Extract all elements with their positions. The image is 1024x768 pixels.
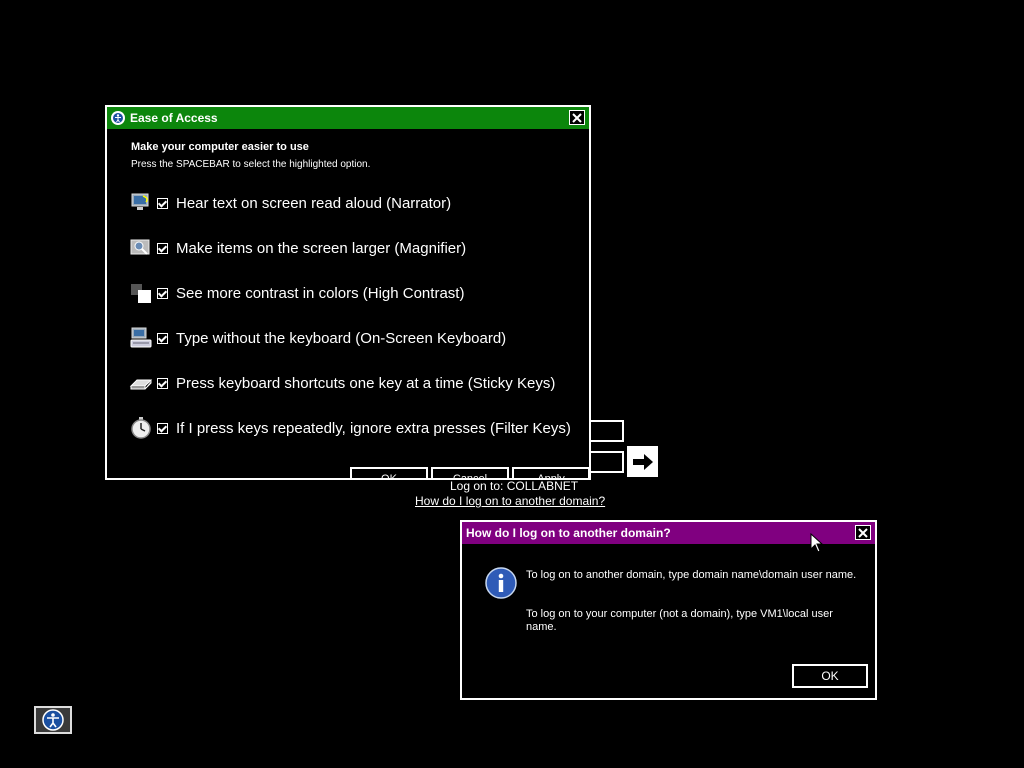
dialog-message-domain: To log on to another domain, type domain… [526, 569, 857, 581]
option-filter-keys[interactable]: If I press keys repeatedly, ignore extra… [129, 416, 571, 440]
close-button[interactable] [569, 110, 585, 125]
on-screen-keyboard-checkbox[interactable] [157, 332, 168, 344]
page-heading: Make your computer easier to use [131, 141, 309, 153]
option-label: Hear text on screen read aloud (Narrator… [176, 194, 452, 212]
dialog-close-button[interactable] [855, 525, 871, 540]
close-icon [572, 112, 582, 123]
option-on-screen-keyboard[interactable]: Type without the keyboard (On-Screen Key… [129, 326, 506, 350]
option-narrator[interactable]: Hear text on screen read aloud (Narrator… [129, 191, 451, 215]
stopwatch-icon [129, 417, 153, 439]
option-label: Press keyboard shortcuts one key at a ti… [176, 374, 556, 392]
filter-keys-checkbox[interactable] [157, 422, 168, 434]
narrator-icon [129, 192, 153, 214]
info-icon [485, 567, 517, 599]
username-field[interactable] [588, 420, 624, 442]
ease-of-access-icon [42, 709, 64, 731]
ok-button[interactable]: OK [350, 467, 428, 478]
mouse-cursor-icon [810, 532, 824, 553]
high-contrast-icon [129, 282, 153, 304]
dialog-title: How do I log on to another domain? [466, 526, 671, 540]
option-magnifier[interactable]: Make items on the screen larger (Magnifi… [129, 236, 466, 260]
option-label: Type without the keyboard (On-Screen Key… [176, 329, 507, 347]
submit-arrow-button[interactable] [627, 446, 658, 477]
ease-of-access-icon [111, 111, 125, 125]
sticky-keys-icon [129, 372, 153, 394]
window-title: Ease of Access [130, 111, 218, 125]
password-field[interactable] [588, 451, 624, 473]
magnifier-checkbox[interactable] [157, 242, 168, 254]
option-label: See more contrast in colors (High Contra… [176, 284, 465, 302]
logon-domain-label: Log on to: COLLABNET [450, 479, 579, 493]
close-icon [858, 527, 868, 538]
apply-button[interactable]: Apply [512, 467, 589, 478]
arrow-right-icon [632, 453, 653, 470]
ease-of-access-button[interactable] [34, 706, 72, 734]
sticky-keys-checkbox[interactable] [157, 377, 168, 389]
instruction-text: Press the SPACEBAR to select the highlig… [131, 159, 371, 170]
dialog-message-local: To log on to your computer (not a domain… [526, 608, 833, 633]
dialog-ok-button[interactable]: OK [792, 664, 868, 688]
other-domain-link[interactable]: How do I log on to another domain? [415, 494, 605, 508]
magnifier-icon [129, 237, 153, 259]
high-contrast-checkbox[interactable] [157, 287, 168, 299]
option-high-contrast[interactable]: See more contrast in colors (High Contra… [129, 281, 464, 305]
ease-of-access-window: Ease of Access Make your computer easier… [105, 105, 591, 480]
ease-of-access-titlebar: Ease of Access [107, 107, 589, 129]
option-label: Make items on the screen larger (Magnifi… [176, 239, 467, 257]
narrator-checkbox[interactable] [157, 197, 168, 209]
option-sticky-keys[interactable]: Press keyboard shortcuts one key at a ti… [129, 371, 555, 395]
option-label: If I press keys repeatedly, ignore extra… [176, 419, 571, 437]
cancel-button[interactable]: Cancel [431, 467, 509, 478]
keyboard-icon [129, 327, 153, 349]
